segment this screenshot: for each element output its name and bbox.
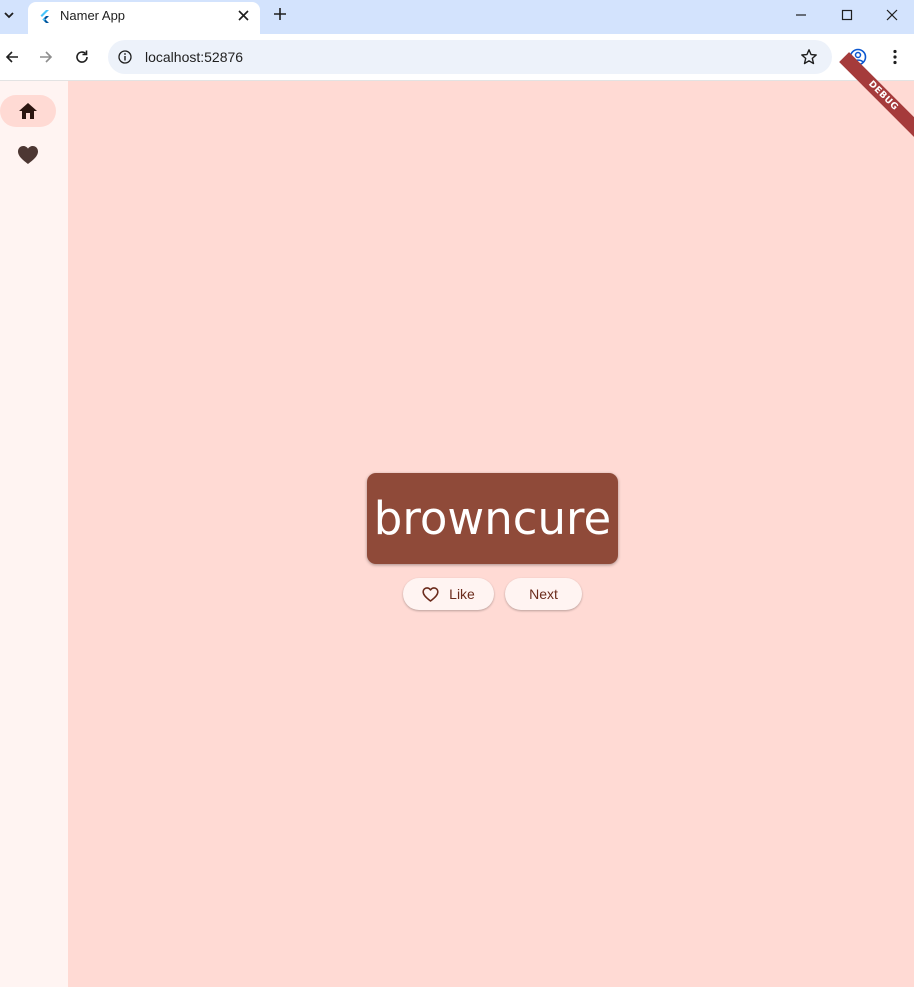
- back-button[interactable]: [0, 45, 24, 69]
- reload-icon: [76, 50, 88, 63]
- plus-icon: [274, 8, 286, 20]
- new-tab-button[interactable]: [270, 4, 290, 24]
- reload-button[interactable]: [70, 45, 94, 69]
- word-pair-card: browncure: [367, 473, 618, 564]
- home-icon: [19, 103, 37, 119]
- close-icon: [237, 9, 249, 21]
- minimize-icon: [796, 14, 806, 16]
- rail-item-favorites[interactable]: [0, 139, 56, 171]
- rail-item-home[interactable]: [0, 95, 56, 127]
- address-bar[interactable]: localhost:52876: [108, 40, 832, 74]
- browser-tab[interactable]: Namer App: [28, 2, 260, 34]
- minimize-button[interactable]: [778, 0, 824, 30]
- close-tab-button[interactable]: [234, 6, 252, 24]
- arrow-left-icon: [5, 51, 18, 63]
- chevron-down-icon: [4, 12, 14, 19]
- tab-title: Namer App: [60, 8, 126, 23]
- more-vertical-icon: [893, 49, 897, 65]
- like-button[interactable]: Like: [403, 578, 494, 610]
- maximize-icon: [841, 9, 853, 21]
- info-icon[interactable]: [118, 50, 132, 64]
- navigation-rail: [0, 81, 68, 987]
- browser-toolbar: localhost:52876: [0, 34, 914, 81]
- generator-page: browncure Like Next: [68, 81, 914, 987]
- like-label: Like: [449, 586, 475, 602]
- flutter-icon: [40, 10, 49, 23]
- next-label: Next: [529, 586, 558, 602]
- tab-strip: Namer App: [0, 0, 914, 34]
- heart-outline-icon: [422, 586, 439, 602]
- tab-search-button[interactable]: [0, 4, 18, 26]
- maximize-button[interactable]: [824, 0, 870, 30]
- namer-app: browncure Like Next DEBUG: [0, 52, 914, 987]
- word-pair-text: browncure: [373, 491, 612, 545]
- star-icon[interactable]: [800, 48, 818, 66]
- browser-menu-button[interactable]: [883, 45, 907, 69]
- next-button[interactable]: Next: [505, 578, 582, 610]
- arrow-right-icon: [40, 51, 53, 63]
- close-icon: [886, 9, 898, 21]
- url-text[interactable]: localhost:52876: [145, 49, 243, 65]
- close-window-button[interactable]: [870, 0, 914, 30]
- heart-icon: [18, 146, 38, 164]
- forward-button[interactable]: [34, 45, 58, 69]
